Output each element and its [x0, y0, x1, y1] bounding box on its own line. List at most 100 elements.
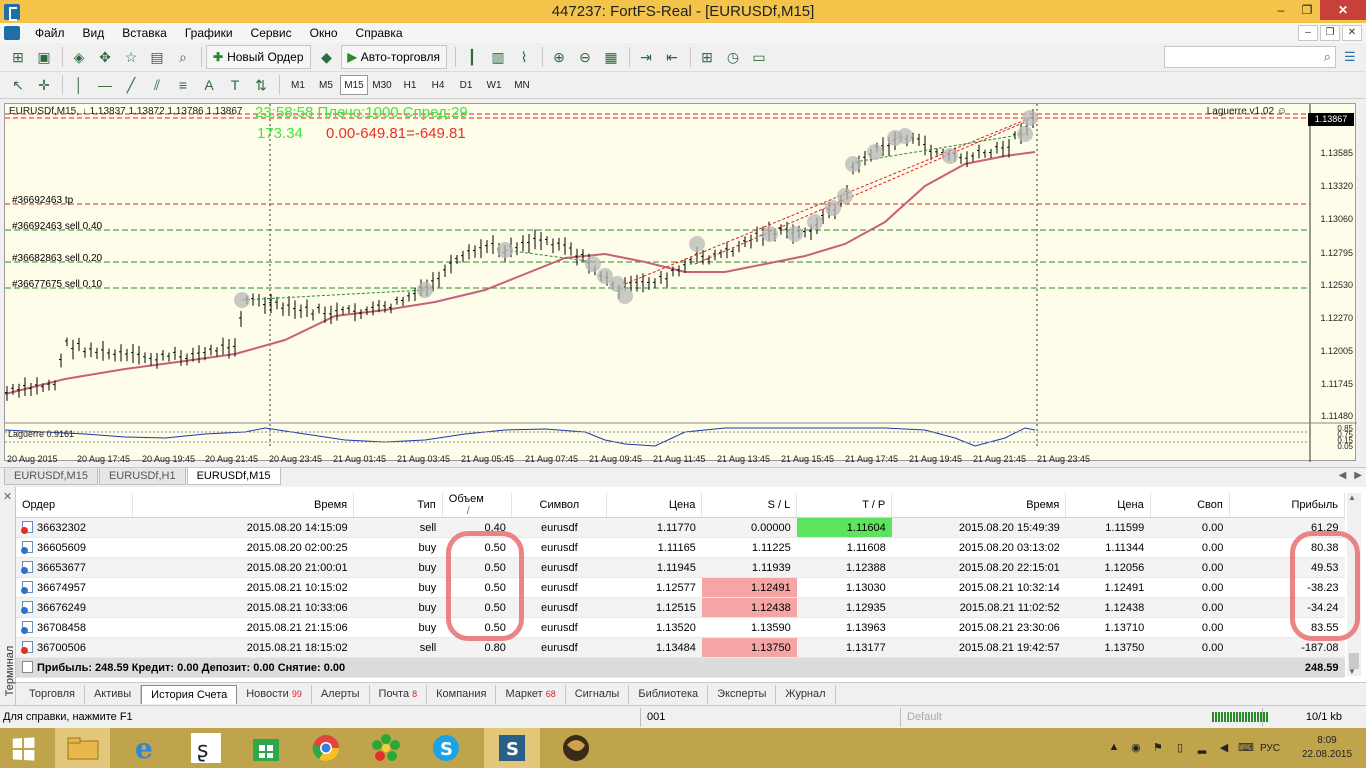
horizontal-line-icon[interactable]: —: [93, 74, 117, 96]
terminal-tab[interactable]: Библиотека: [629, 684, 709, 704]
table-row[interactable]: 36605609 2015.08.20 02:00:25 buy 0.50 eurusd…: [16, 537, 1345, 558]
profiles-icon[interactable]: ▣: [32, 46, 56, 68]
menu-charts[interactable]: Графики: [176, 23, 242, 43]
market-watch-icon[interactable]: ◈: [67, 46, 91, 68]
candlestick-icon[interactable]: ▥: [486, 46, 510, 68]
terminal-tab[interactable]: Маркет 68: [496, 684, 566, 704]
tf-m15[interactable]: M15: [340, 75, 368, 95]
tf-m5[interactable]: M5: [312, 75, 340, 95]
child-close-button[interactable]: ✕: [1342, 25, 1362, 41]
tf-m1[interactable]: M1: [284, 75, 312, 95]
scroll-up-icon[interactable]: ▲: [1348, 493, 1356, 502]
tf-mn[interactable]: MN: [508, 75, 536, 95]
terminal-tab[interactable]: Эксперты: [708, 684, 777, 704]
child-restore-button[interactable]: ❐: [1320, 25, 1340, 41]
new-chart-icon[interactable]: ⊞: [6, 46, 30, 68]
col-sl[interactable]: S / L: [701, 493, 798, 518]
navigator-icon[interactable]: ☆: [119, 46, 143, 68]
data-window-icon[interactable]: ✥: [93, 46, 117, 68]
tf-w1[interactable]: W1: [480, 75, 508, 95]
menu-help[interactable]: Справка: [347, 23, 412, 43]
tf-h1[interactable]: H1: [396, 75, 424, 95]
tf-m30[interactable]: M30: [368, 75, 396, 95]
zoom-in-icon[interactable]: ⊕: [547, 46, 571, 68]
terminal-tab[interactable]: Сигналы: [566, 684, 630, 704]
auto-scroll-icon[interactable]: ⇥: [634, 46, 658, 68]
terminal-tab[interactable]: Журнал: [776, 684, 836, 704]
terminal-tab[interactable]: История Счета: [141, 684, 238, 704]
channel-icon[interactable]: ⫽: [145, 74, 169, 96]
tray-network-icon[interactable]: ▂: [1194, 741, 1210, 755]
autotrading-button[interactable]: ▶ Авто-торговля: [340, 45, 448, 69]
cursor-icon[interactable]: ↖: [6, 74, 30, 96]
text-label-icon[interactable]: T: [223, 74, 247, 96]
search-input[interactable]: ⌕: [1164, 46, 1336, 68]
tray-keyboard-icon[interactable]: ⌨: [1238, 741, 1254, 755]
close-button[interactable]: ✕: [1320, 0, 1366, 20]
restore-button[interactable]: ❐: [1294, 0, 1320, 20]
chart-tab-active[interactable]: EURUSDf,M15: [186, 468, 281, 485]
taskbar-skype[interactable]: S: [418, 728, 474, 768]
col-close-time[interactable]: Время: [891, 493, 1067, 518]
menu-tools[interactable]: Сервис: [242, 23, 301, 43]
col-type[interactable]: Тип: [353, 493, 443, 518]
terminal-tab[interactable]: Активы: [85, 684, 142, 704]
col-price[interactable]: Цена: [606, 493, 703, 518]
tray-volume-icon[interactable]: ◀: [1216, 741, 1232, 755]
table-row[interactable]: 36632302 2015.08.20 14:15:09 sell 0.40 eurus…: [16, 517, 1345, 538]
arrows-icon[interactable]: ⇅: [249, 74, 273, 96]
taskbar-ie[interactable]: e: [118, 728, 174, 768]
table-row[interactable]: 36676249 2015.08.21 10:33:06 buy 0.50 eurusd…: [16, 597, 1345, 618]
price-chart[interactable]: EURUSDf,M15, ↓ 1.13837 1.13872 1.13786 1…: [4, 103, 1357, 464]
trendline-icon[interactable]: ╱: [119, 74, 143, 96]
table-row[interactable]: 36708458 2015.08.21 21:15:06 buy 0.50 eurusd…: [16, 617, 1345, 638]
minimize-button[interactable]: –: [1268, 0, 1294, 20]
line-chart-icon[interactable]: ⌇: [512, 46, 536, 68]
zoom-out-icon[interactable]: ⊖: [573, 46, 597, 68]
tab-scroll-left-icon[interactable]: ◀: [1339, 470, 1347, 481]
input-language[interactable]: РУС: [1260, 743, 1280, 754]
indicators-icon[interactable]: ⊞: [695, 46, 719, 68]
tray-expand-icon[interactable]: ▲: [1106, 741, 1122, 755]
col-symbol[interactable]: Символ: [511, 493, 608, 518]
taskbar-app-s[interactable]: ʂ: [178, 728, 234, 768]
terminal-tab[interactable]: Торговля: [20, 684, 85, 704]
chart-tab[interactable]: EURUSDf,H1: [98, 468, 186, 485]
menu-insert[interactable]: Вставка: [113, 23, 176, 43]
taskbar-chrome[interactable]: [298, 728, 354, 768]
text-icon[interactable]: A: [197, 74, 221, 96]
col-swap[interactable]: Своп: [1150, 493, 1230, 518]
close-terminal-icon[interactable]: ✕: [3, 490, 12, 503]
vertical-line-icon[interactable]: │: [67, 74, 91, 96]
strategy-tester-icon[interactable]: ⌕: [171, 46, 195, 68]
child-minimize-button[interactable]: –: [1298, 25, 1318, 41]
templates-icon[interactable]: ▭: [747, 46, 771, 68]
taskbar-metatrader-2[interactable]: [548, 728, 604, 768]
col-tp[interactable]: T / P: [796, 493, 893, 518]
periods-icon[interactable]: ◷: [721, 46, 745, 68]
chart-window-icon[interactable]: [4, 26, 20, 40]
fibonacci-icon[interactable]: ≡: [171, 74, 195, 96]
tray-battery-icon[interactable]: ▯: [1172, 741, 1188, 755]
terminal-icon[interactable]: ▤: [145, 46, 169, 68]
taskbar-metatrader[interactable]: S: [484, 728, 540, 768]
col-volume[interactable]: Объем /: [442, 493, 513, 518]
tray-app-icon[interactable]: ◉: [1128, 741, 1144, 755]
menu-file[interactable]: Файл: [26, 23, 74, 43]
chart-tab[interactable]: EURUSDf,M15: [4, 468, 98, 485]
col-open-time[interactable]: Время: [132, 493, 355, 518]
tf-d1[interactable]: D1: [452, 75, 480, 95]
tf-h4[interactable]: H4: [424, 75, 452, 95]
table-row[interactable]: 36700506 2015.08.21 18:15:02 sell 0.80 eurus…: [16, 637, 1345, 658]
table-row[interactable]: 36653677 2015.08.20 21:00:01 buy 0.50 eurusd…: [16, 557, 1345, 578]
tray-flag-icon[interactable]: ⚑: [1150, 741, 1166, 755]
toolbar-menu-icon[interactable]: ☰: [1344, 49, 1360, 65]
menu-window[interactable]: Окно: [301, 23, 347, 43]
col-order[interactable]: Ордер: [16, 493, 133, 518]
tab-scroll-right-icon[interactable]: ▶: [1354, 470, 1362, 481]
scroll-down-icon[interactable]: ▼: [1348, 667, 1356, 676]
taskbar-icq[interactable]: [358, 728, 414, 768]
metaeditor-icon[interactable]: ◆: [315, 46, 339, 68]
taskbar-store[interactable]: [238, 728, 294, 768]
system-clock[interactable]: 8:09 22.08.2015: [1292, 734, 1362, 762]
